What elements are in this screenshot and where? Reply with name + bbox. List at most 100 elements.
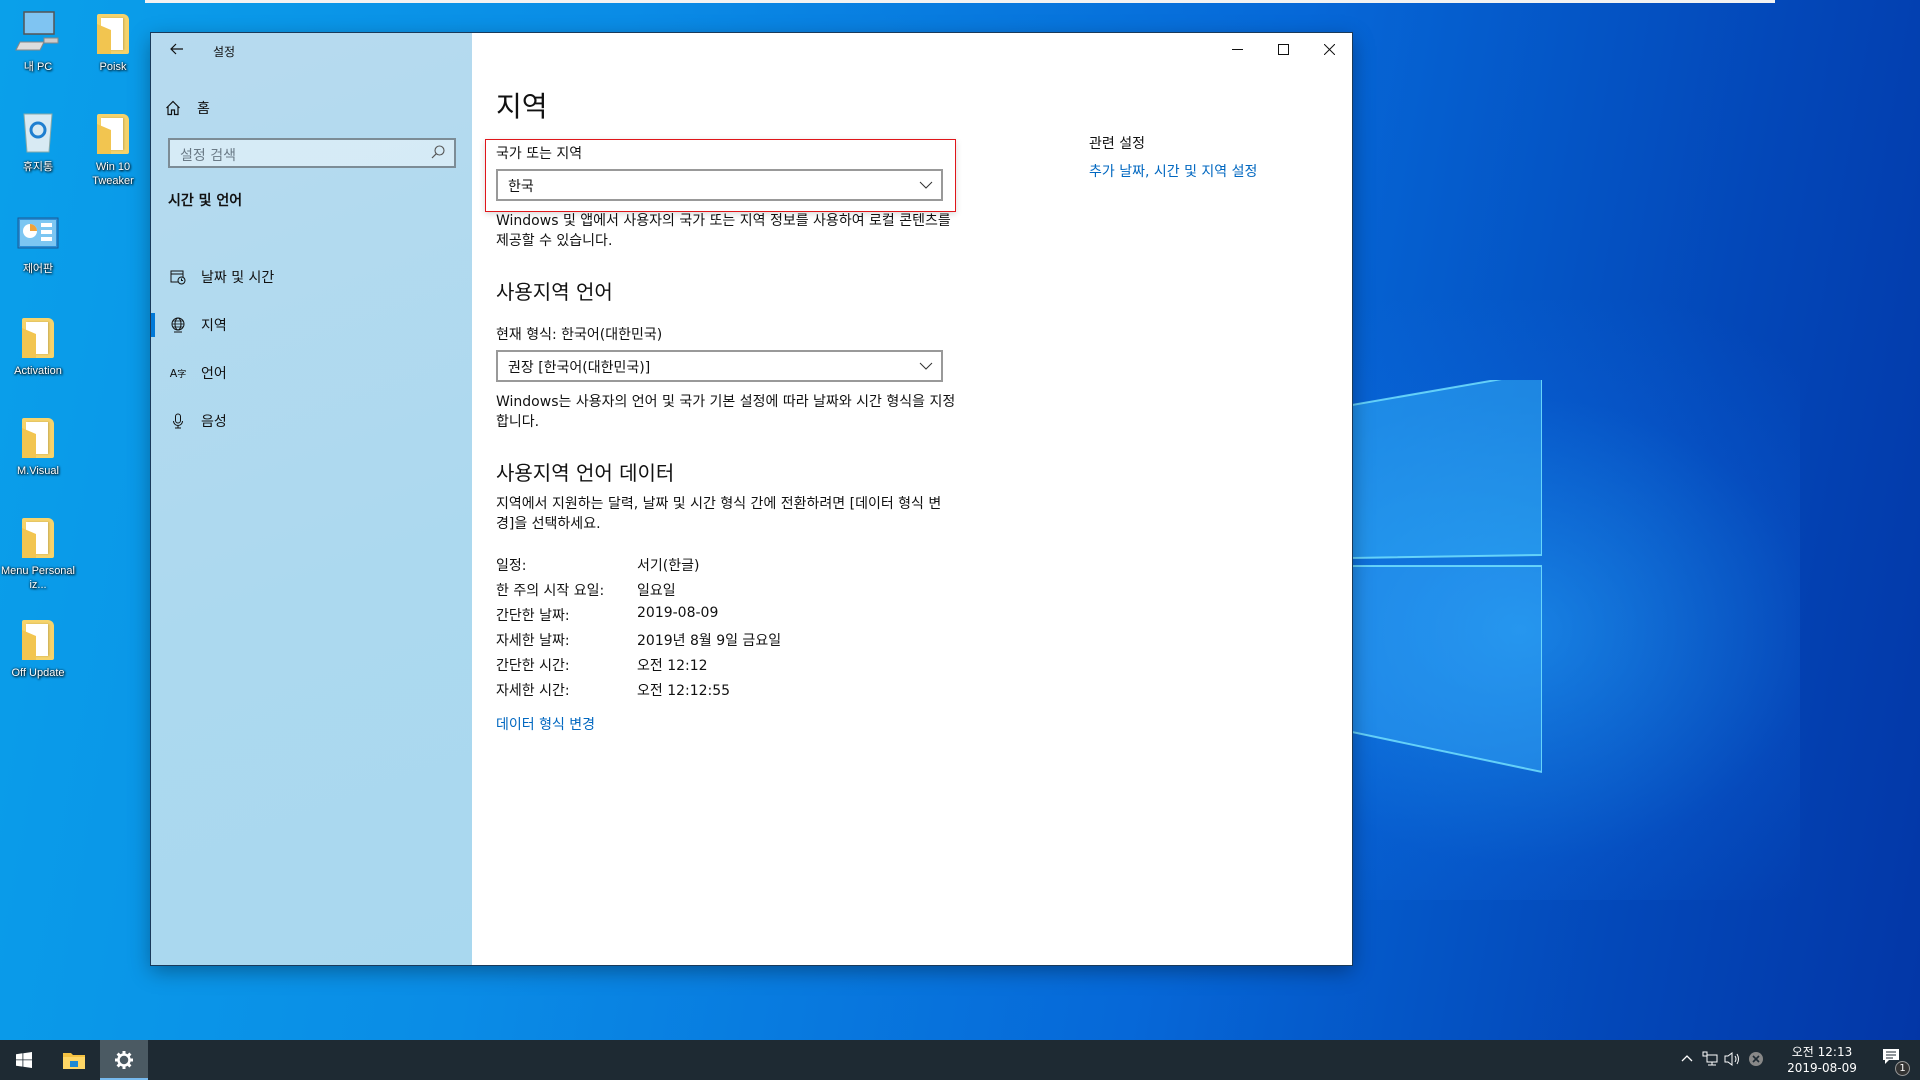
- regional-format-heading: 사용지역 언어: [496, 280, 613, 304]
- sidebar-item-label: 음성: [201, 414, 227, 430]
- globe-icon: [169, 316, 187, 334]
- error-x-circle-icon: [1749, 1052, 1763, 1066]
- minimize-button[interactable]: [1214, 33, 1260, 65]
- format-value: 2019-08-09: [637, 605, 719, 621]
- sidebar-item-date-time[interactable]: 날짜 및 시간: [151, 257, 472, 297]
- taskbar-file-explorer[interactable]: [50, 1040, 98, 1080]
- sidebar-item-label: 언어: [201, 366, 227, 382]
- network-button[interactable]: [1702, 1051, 1718, 1070]
- country-dropdown[interactable]: 한국: [496, 169, 943, 201]
- format-key: 한 주의 시작 요일:: [496, 583, 605, 599]
- desktop-icon-label: 내 PC: [23, 61, 53, 73]
- settings-search-input[interactable]: 설정 검색: [168, 138, 456, 168]
- folder-icon: [89, 108, 137, 156]
- format-value: 오전 12:12: [637, 658, 708, 674]
- desktop-icon-mvisual[interactable]: M.Visual: [0, 412, 76, 478]
- clock-date: 2019-08-09: [1787, 1061, 1857, 1075]
- sidebar-item-language[interactable]: A字 언어: [151, 353, 472, 393]
- sidebar-item-label: 날짜 및 시간: [201, 270, 275, 286]
- search-placeholder: 설정 검색: [180, 148, 236, 164]
- regional-format-description: Windows는 사용자의 언어 및 국가 기본 설정에 따라 날짜와 시간 형…: [496, 394, 956, 430]
- change-data-format-link[interactable]: 데이터 형식 변경: [496, 714, 595, 734]
- format-key: 일정:: [496, 558, 527, 574]
- desktop-icon-control-panel[interactable]: 제어판: [0, 210, 76, 276]
- minimize-icon: [1231, 48, 1243, 50]
- desktop-icon-my-pc[interactable]: 내 PC: [0, 8, 76, 74]
- current-format-label: 현재 형식: 한국어(대한민국): [496, 327, 663, 343]
- format-row: 자세한 날짜: 2019년 8월 9일 금요일: [496, 630, 956, 655]
- desktop-icon-menu-personalizer[interactable]: Menu Personaliz...: [0, 512, 76, 592]
- format-row: 한 주의 시작 요일: 일요일: [496, 580, 956, 605]
- sidebar-item-home[interactable]: 홈: [165, 93, 210, 123]
- country-dropdown-value: 한국: [508, 179, 534, 195]
- format-data-description: 지역에서 지원하는 달력, 날짜 및 시간 형식 간에 전환하려면 [데이터 형…: [496, 496, 942, 532]
- format-row: 일정: 서기(한글): [496, 555, 956, 580]
- status-error-button[interactable]: [1748, 1051, 1764, 1070]
- calendar-clock-icon: [169, 268, 187, 286]
- settings-window: 설정 홈 설정 검색 시간 및 언어 날짜 및 시간 지역 A字 언어 음성 지…: [151, 33, 1352, 965]
- action-center-button[interactable]: 1: [1882, 1048, 1910, 1076]
- additional-date-time-region-link[interactable]: 추가 날짜, 시간 및 지역 설정: [1089, 161, 1257, 181]
- back-button[interactable]: [163, 37, 191, 65]
- chevron-down-icon: [919, 362, 933, 370]
- system-tray: 오전 12:13 2019-08-09 1: [1660, 1040, 1920, 1080]
- desktop-icon-win10-tweaker[interactable]: Win 10 Tweaker: [75, 108, 151, 188]
- format-row: 간단한 날짜: 2019-08-09: [496, 605, 956, 630]
- maximize-button[interactable]: [1260, 33, 1306, 65]
- format-value: 일요일: [637, 583, 676, 599]
- desktop-icon-activation[interactable]: Activation: [0, 312, 76, 378]
- regional-format-dropdown[interactable]: 권장 [한국어(대한민국)]: [496, 350, 943, 382]
- folder-icon: [14, 312, 62, 360]
- desktop-icon-label: Menu Personaliz...: [1, 565, 75, 591]
- window-title: 설정: [213, 45, 236, 59]
- speaker-icon: [1724, 1052, 1739, 1066]
- desktop-icon-label: Activation: [14, 365, 62, 377]
- volume-button[interactable]: [1724, 1051, 1742, 1070]
- format-key: 간단한 시간:: [496, 658, 570, 674]
- folder-icon: [14, 614, 62, 662]
- regional-format-dropdown-value: 권장 [한국어(대한민국)]: [508, 360, 651, 376]
- page-title: 지역: [496, 90, 548, 123]
- format-value: 2019년 8월 9일 금요일: [637, 633, 782, 649]
- format-row: 자세한 시간: 오전 12:12:55: [496, 680, 956, 705]
- close-icon: [1323, 43, 1335, 55]
- recycle-bin-icon: [14, 108, 62, 156]
- taskbar-clock[interactable]: 오전 12:13 2019-08-09: [1782, 1044, 1862, 1076]
- clock-time: 오전 12:13: [1791, 1045, 1853, 1059]
- windows-start-icon: [16, 1052, 32, 1068]
- search-icon: [431, 145, 445, 159]
- taskbar-settings[interactable]: [100, 1040, 148, 1080]
- folder-icon: [89, 8, 137, 56]
- chevron-down-icon: [919, 181, 933, 189]
- home-icon: [166, 100, 180, 116]
- desktop-icon-label: Off Update: [11, 667, 65, 679]
- format-value: 서기(한글): [637, 558, 700, 574]
- content-pane: 지역 국가 또는 지역 한국 Windows 및 앱에서 사용자의 국가 또는 …: [472, 33, 1352, 965]
- microphone-icon: [169, 412, 187, 430]
- desktop-icon-off-update[interactable]: Off Update: [0, 614, 76, 680]
- folder-icon: [14, 512, 62, 560]
- format-key: 자세한 날짜:: [496, 633, 570, 649]
- top-edge-strip: [145, 0, 1775, 3]
- notification-count-badge: 1: [1895, 1061, 1910, 1076]
- desktop-icon-recycle-bin[interactable]: 휴지통: [0, 108, 76, 174]
- control-panel-icon: [14, 210, 62, 258]
- taskbar: 오전 12:13 2019-08-09 1: [0, 1040, 1920, 1080]
- desktop-icon-label: M.Visual: [17, 465, 59, 477]
- sidebar: 설정 홈 설정 검색 시간 및 언어 날짜 및 시간 지역 A字 언어 음성: [151, 33, 472, 965]
- chevron-up-icon: [1681, 1055, 1693, 1062]
- country-description: Windows 및 앱에서 사용자의 국가 또는 지역 정보를 사용하여 로컬 …: [496, 213, 951, 249]
- format-value: 오전 12:12:55: [637, 683, 731, 699]
- close-button[interactable]: [1306, 33, 1352, 65]
- format-row: 간단한 시간: 오전 12:12: [496, 655, 956, 680]
- window-controls: [1214, 33, 1352, 65]
- sidebar-group-title: 시간 및 언어: [168, 193, 243, 209]
- sidebar-item-region[interactable]: 지역: [151, 305, 472, 345]
- desktop-icon-poisk[interactable]: Poisk: [75, 8, 151, 74]
- format-key: 간단한 날짜:: [496, 608, 570, 624]
- start-button[interactable]: [0, 1040, 48, 1080]
- file-explorer-icon: [63, 1053, 85, 1069]
- related-settings-title: 관련 설정: [1089, 136, 1145, 152]
- sidebar-item-speech[interactable]: 음성: [151, 401, 472, 441]
- show-hidden-icons-button[interactable]: [1680, 1051, 1694, 1068]
